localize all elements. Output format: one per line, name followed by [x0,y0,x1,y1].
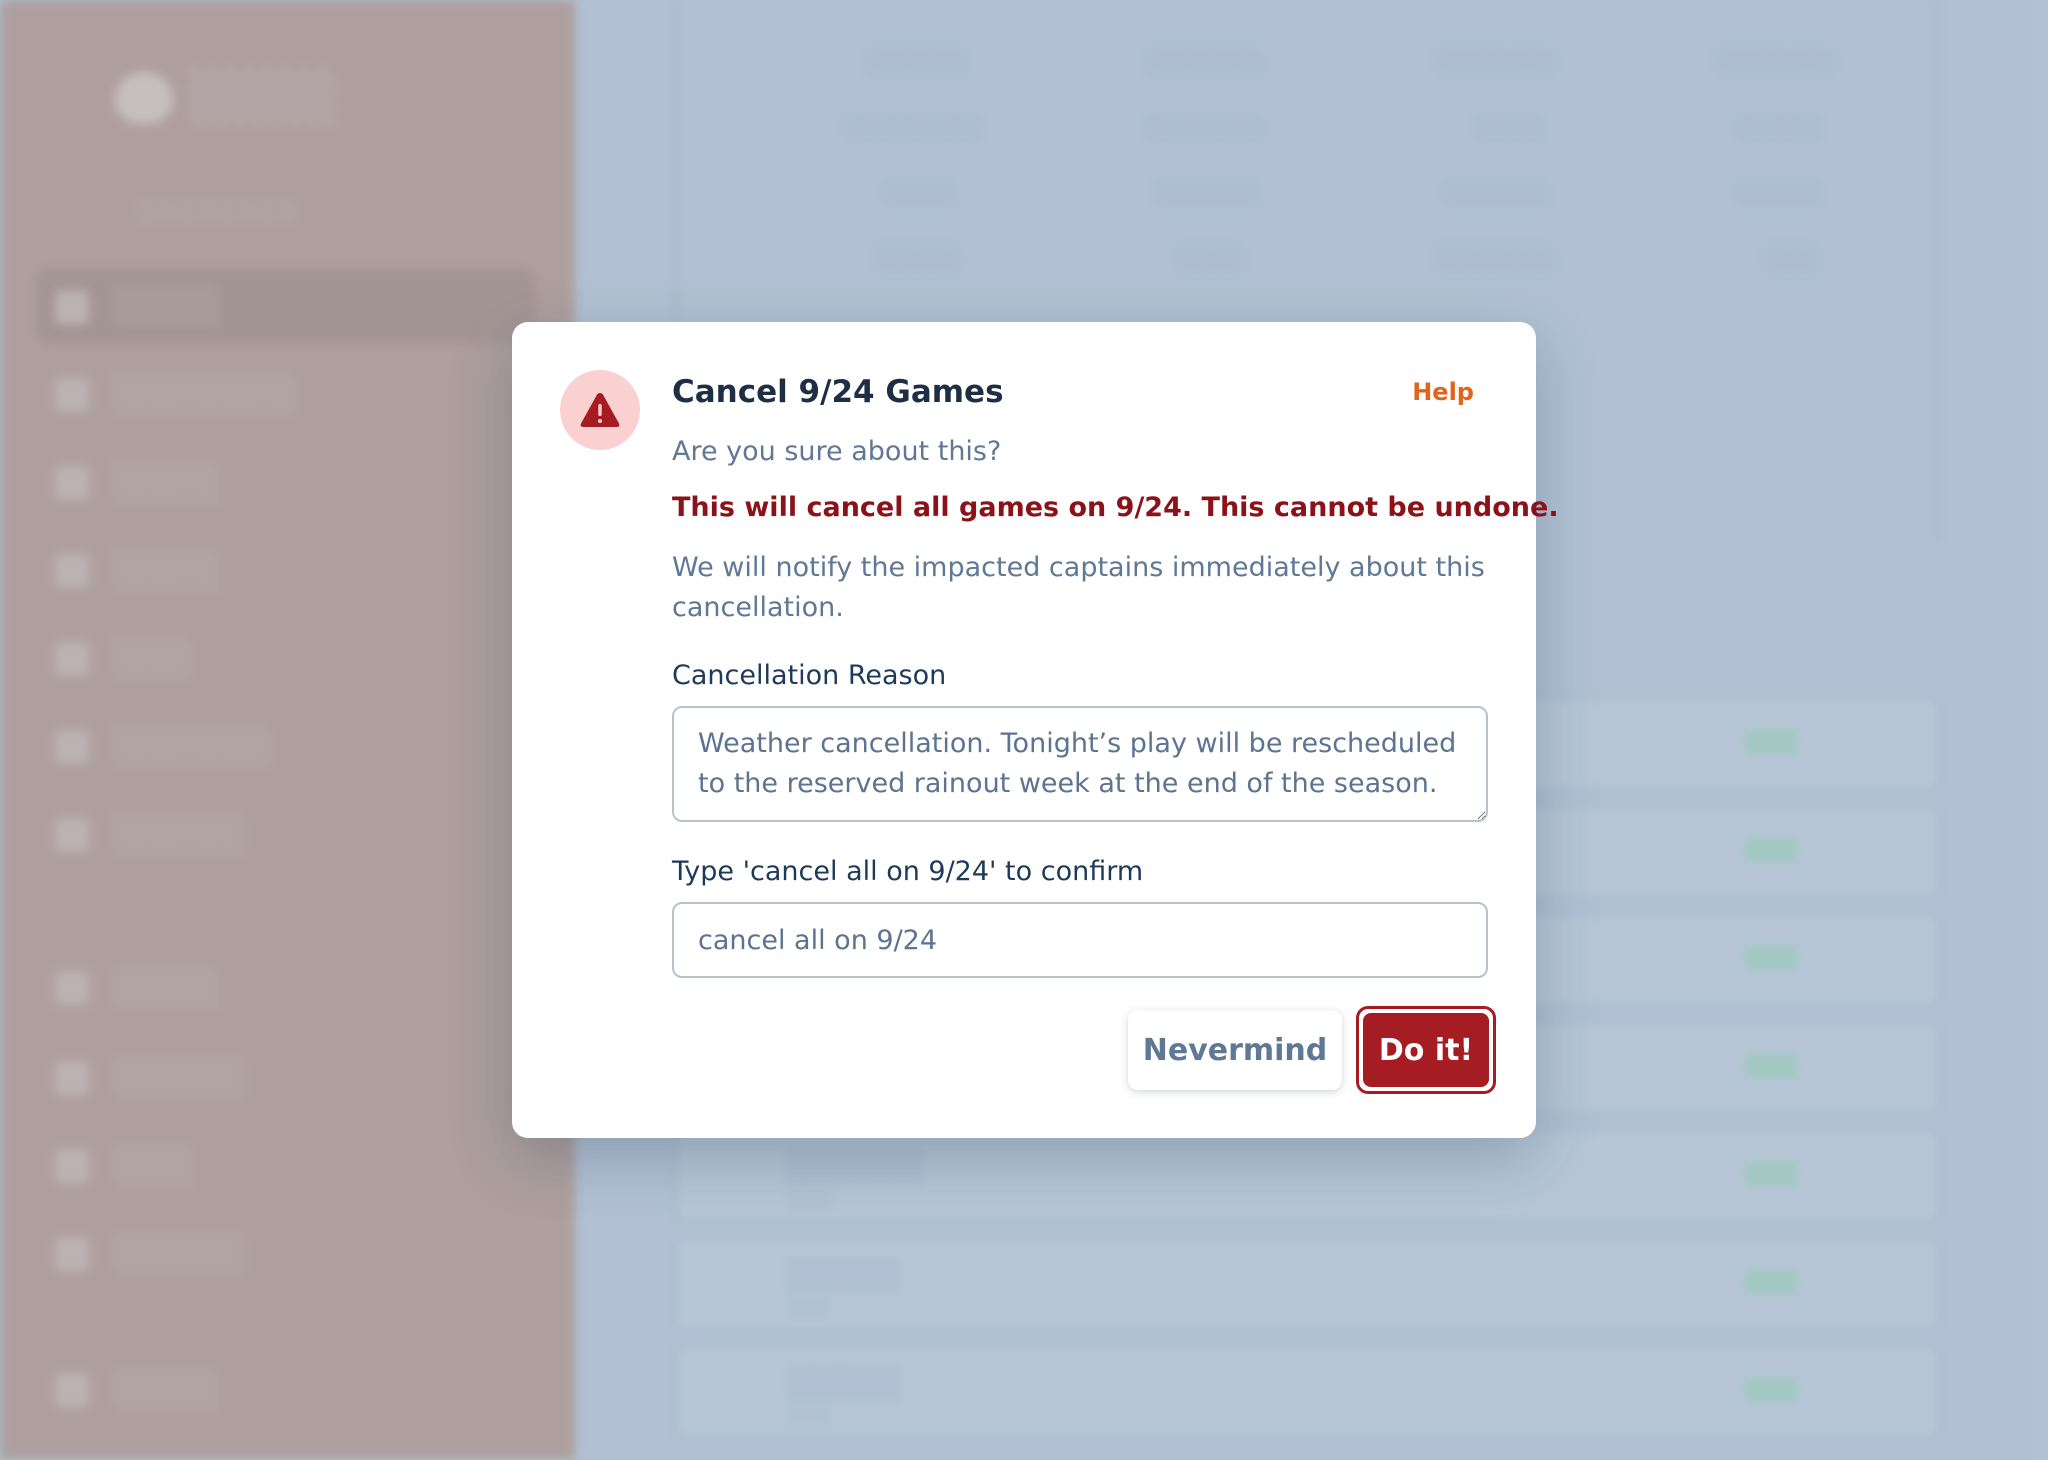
dialog-subtitle: Are you sure about this? [672,436,1002,467]
do-it-button-label: Do it! [1363,1013,1489,1087]
dialog-title: Cancel 9/24 Games [672,374,1004,410]
reason-label: Cancellation Reason [672,660,947,691]
cancel-games-dialog: Cancel 9/24 Games Help Are you sure abou… [512,322,1559,1138]
confirm-label: Type 'cancel all on 9/24' to confirm [672,856,1144,887]
help-link[interactable]: Help [1412,378,1474,406]
warning-icon-badge [560,370,640,450]
warning-triangle-icon [580,393,620,427]
confirm-phrase-input[interactable] [672,902,1488,978]
irreversible-warning: This will cancel all games on 9/24. This… [672,492,1559,523]
do-it-button[interactable]: Do it! [1356,1006,1496,1094]
notification-notice: We will notify the impacted captains imm… [672,552,1485,623]
nevermind-button[interactable]: Nevermind [1128,1010,1342,1090]
cancellation-reason-textarea[interactable]: Weather cancellation. Tonight’s play wil… [672,706,1488,822]
